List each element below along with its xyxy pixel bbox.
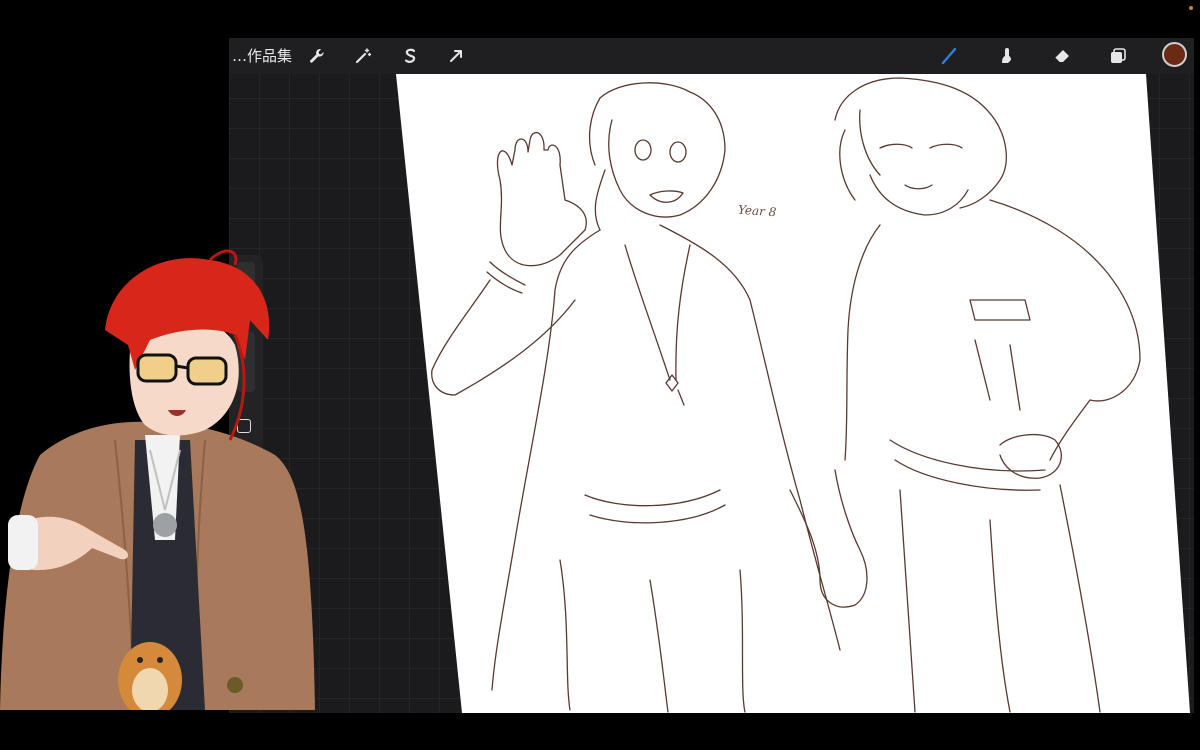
wrench-icon[interactable] [304,44,330,68]
brush-icon[interactable] [936,44,962,68]
smudge-icon[interactable] [993,44,1019,68]
color-swatch[interactable] [1162,42,1187,67]
magic-wand-icon[interactable] [350,44,376,68]
procreate-workspace [229,38,1194,713]
year-annotation: Year 8 [737,202,777,220]
screen: …作品集 Year 8 [0,0,1200,750]
status-indicator-dot [1189,6,1193,10]
vtuber-avatar [0,249,315,710]
gallery-button[interactable]: …作品集 [232,45,292,66]
bottom-bar [0,713,1200,750]
layers-icon[interactable] [1105,44,1131,68]
eraser-icon[interactable] [1049,44,1075,68]
selection-s-icon[interactable] [397,44,423,68]
transform-arrow-icon[interactable] [443,44,469,68]
